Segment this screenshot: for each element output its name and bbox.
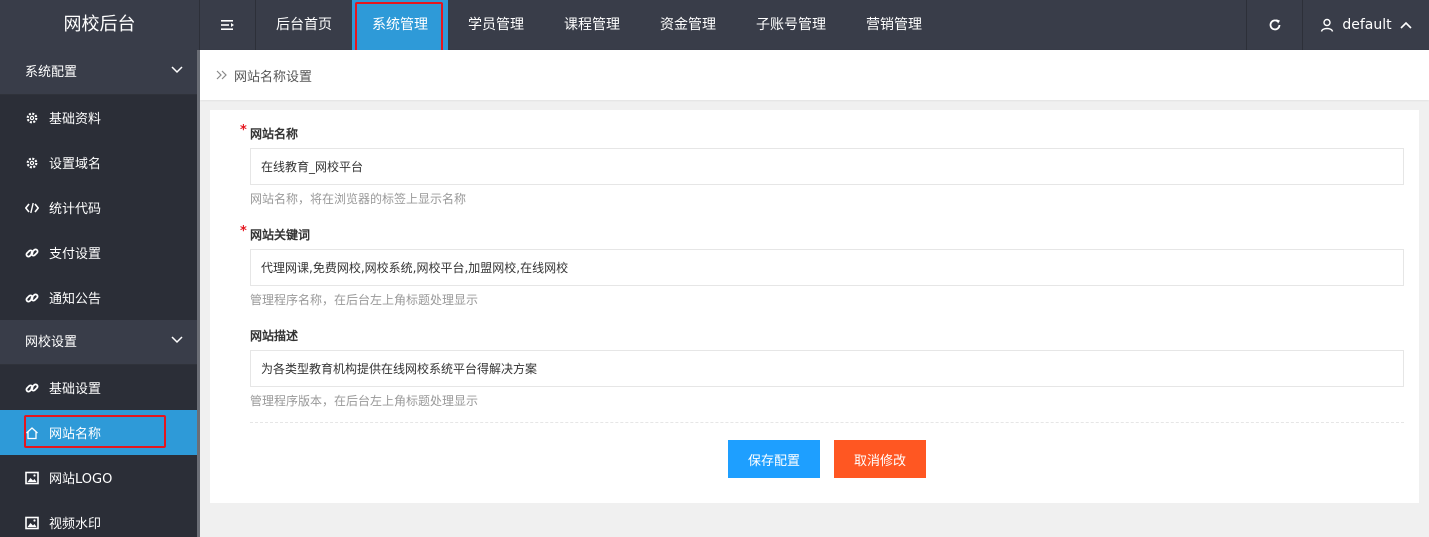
description-label-text: 网站描述 bbox=[250, 329, 299, 343]
cancel-button[interactable]: 取消修改 bbox=[834, 440, 926, 478]
breadcrumb: 网站名称设置 bbox=[200, 50, 1429, 100]
top-nav: 后台首页 系统管理 学员管理 课程管理 资金管理 子账号管理 营销管理 bbox=[256, 0, 942, 50]
sidebar-item-notice[interactable]: 通知公告 bbox=[0, 275, 197, 320]
sidebar-scrollbar[interactable] bbox=[197, 50, 200, 537]
sidebar-item-stats-code[interactable]: 统计代码 bbox=[0, 185, 197, 230]
code-icon bbox=[25, 201, 39, 215]
description-field: 网站描述 管理程序版本，在后台左上角标题处理显示 bbox=[250, 326, 1404, 409]
description-hint: 管理程序版本，在后台左上角标题处理显示 bbox=[250, 394, 479, 408]
link-icon bbox=[25, 246, 39, 260]
double-chevron-right-icon bbox=[216, 70, 227, 80]
sidebar-item-payment[interactable]: 支付设置 bbox=[0, 230, 197, 275]
keywords-label: * 网站关键词 bbox=[240, 224, 1404, 245]
sidebar-item-label: 基础资料 bbox=[49, 112, 102, 127]
nav-item-courses[interactable]: 课程管理 bbox=[544, 0, 640, 50]
sidebar-item-label: 统计代码 bbox=[49, 202, 102, 217]
required-mark: * bbox=[240, 123, 247, 138]
sidebar-group-label: 网校设置 bbox=[25, 335, 78, 350]
sidebar-group-school-settings[interactable]: 网校设置 bbox=[0, 320, 197, 365]
nav-item-system[interactable]: 系统管理 bbox=[352, 0, 448, 50]
user-name: default bbox=[1342, 17, 1392, 33]
sidebar-item-label: 网站LOGO bbox=[49, 472, 113, 487]
sidebar-item-label: 视频水印 bbox=[49, 517, 102, 532]
image-icon bbox=[25, 471, 39, 485]
image-icon bbox=[25, 516, 39, 530]
site-name-label-text: 网站名称 bbox=[250, 127, 299, 141]
user-menu[interactable]: default bbox=[1302, 0, 1429, 50]
sidebar-item-video-watermark[interactable]: 视频水印 bbox=[0, 500, 197, 537]
sidebar-item-basic-info[interactable]: 基础资料 bbox=[0, 95, 197, 140]
sidebar-item-label: 网站名称 bbox=[49, 427, 102, 442]
sidebar-item-site-name[interactable]: 网站名称 bbox=[0, 410, 197, 455]
chevron-down-icon bbox=[171, 66, 183, 74]
menu-toggle-button[interactable] bbox=[200, 0, 256, 50]
sidebar-item-basic-settings[interactable]: 基础设置 bbox=[0, 365, 197, 410]
description-label: 网站描述 bbox=[250, 326, 1404, 346]
sidebar-item-label: 设置域名 bbox=[49, 157, 102, 172]
site-name-input[interactable] bbox=[250, 148, 1404, 185]
top-right-tools: default bbox=[1246, 0, 1429, 50]
sidebar: 系统配置 基础资料 设置域名 统计代码 支付设置 通知公告 网校设置 基础设置 … bbox=[0, 50, 197, 537]
menu-toggle-icon bbox=[220, 20, 234, 30]
nav-item-students[interactable]: 学员管理 bbox=[448, 0, 544, 50]
chevron-up-icon bbox=[1400, 21, 1412, 29]
sidebar-group-system-config[interactable]: 系统配置 bbox=[0, 50, 197, 95]
keywords-label-text: 网站关键词 bbox=[250, 228, 311, 242]
nav-item-funds[interactable]: 资金管理 bbox=[640, 0, 736, 50]
breadcrumb-current: 网站名称设置 bbox=[234, 69, 313, 85]
sidebar-item-label: 支付设置 bbox=[49, 247, 102, 262]
link-icon bbox=[25, 381, 39, 395]
site-name-hint: 网站名称，将在浏览器的标签上显示名称 bbox=[250, 192, 467, 206]
keywords-input[interactable] bbox=[250, 249, 1404, 286]
home-icon bbox=[25, 426, 39, 440]
site-name-field: * 网站名称 网站名称，将在浏览器的标签上显示名称 bbox=[240, 123, 1404, 207]
refresh-button[interactable] bbox=[1246, 0, 1302, 50]
top-bar: 网校后台 后台首页 系统管理 学员管理 课程管理 资金管理 子账号管理 营销管理 bbox=[0, 0, 1429, 50]
nav-item-home[interactable]: 后台首页 bbox=[256, 0, 352, 50]
sidebar-item-label: 基础设置 bbox=[49, 382, 102, 397]
app-logo[interactable]: 网校后台 bbox=[0, 0, 200, 50]
nav-item-subaccounts[interactable]: 子账号管理 bbox=[736, 0, 846, 50]
gear-icon bbox=[25, 111, 39, 125]
gear-icon bbox=[25, 156, 39, 170]
keywords-field: * 网站关键词 管理程序名称，在后台左上角标题处理显示 bbox=[240, 224, 1404, 308]
nav-item-marketing[interactable]: 营销管理 bbox=[846, 0, 942, 50]
form-divider bbox=[250, 422, 1404, 423]
user-icon bbox=[1321, 18, 1334, 32]
description-input[interactable] bbox=[250, 350, 1404, 387]
sidebar-item-site-logo[interactable]: 网站LOGO bbox=[0, 455, 197, 500]
refresh-icon bbox=[1269, 19, 1280, 31]
sidebar-item-domain[interactable]: 设置域名 bbox=[0, 140, 197, 185]
sidebar-group-label: 系统配置 bbox=[25, 65, 78, 80]
chevron-down-icon bbox=[171, 336, 183, 344]
save-button[interactable]: 保存配置 bbox=[728, 440, 820, 478]
keywords-hint: 管理程序名称，在后台左上角标题处理显示 bbox=[250, 293, 479, 307]
site-name-label: * 网站名称 bbox=[240, 123, 1404, 144]
sidebar-item-label: 通知公告 bbox=[49, 292, 102, 307]
link-icon bbox=[25, 291, 39, 305]
settings-form-card: * 网站名称 网站名称，将在浏览器的标签上显示名称 * 网站关键词 管理程序名称… bbox=[210, 110, 1419, 503]
required-mark: * bbox=[240, 224, 247, 239]
